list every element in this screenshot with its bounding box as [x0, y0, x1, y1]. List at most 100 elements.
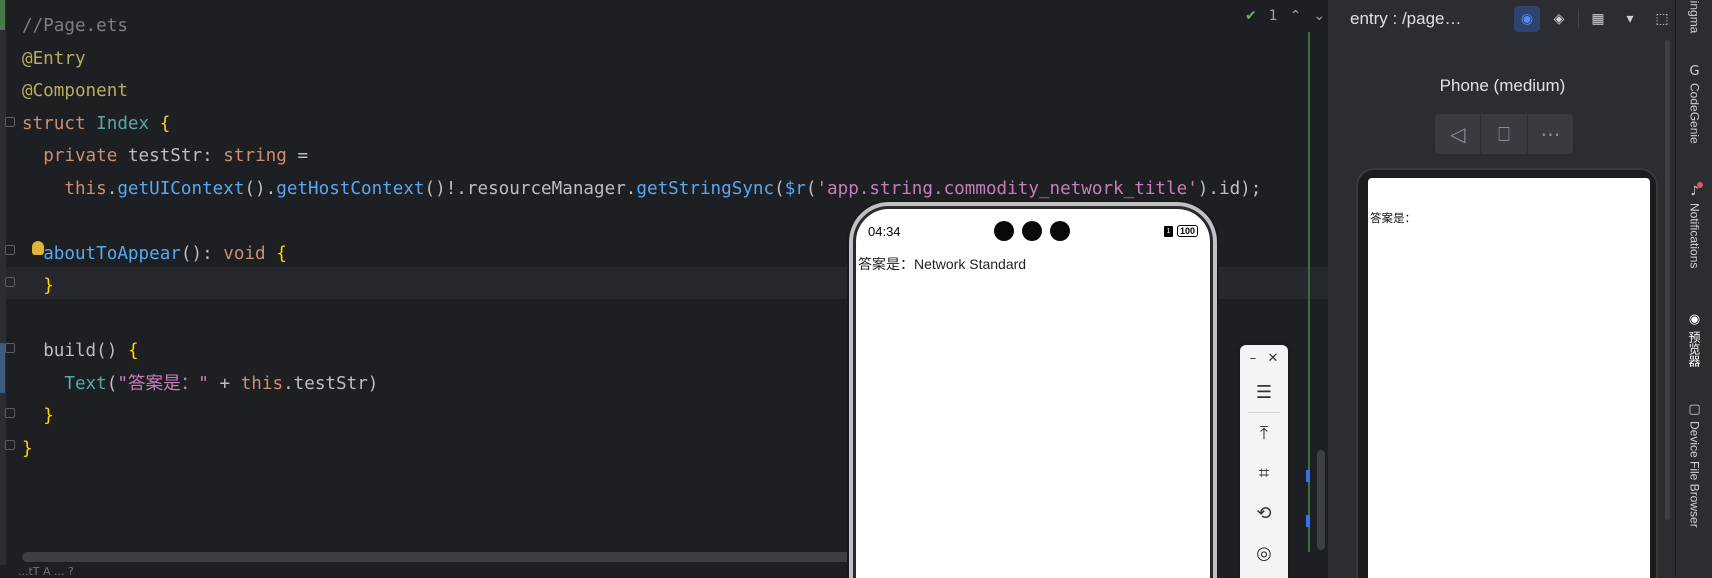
code-token: { — [276, 243, 287, 264]
crop-icon[interactable]: ⌗ — [1240, 453, 1288, 493]
code-token: (): — [180, 243, 224, 264]
previewer-panel: entry : /page… ◉ ◈ ▦ ▾ ⬚ Phone (medium) … — [1330, 0, 1675, 578]
fold-icon[interactable] — [5, 440, 15, 450]
phone-app-text: 答案是：Network Standard — [858, 256, 1027, 272]
fold-icon[interactable] — [5, 117, 15, 127]
back-icon[interactable]: ◁ — [1435, 114, 1482, 154]
code-token: testStr: — [127, 146, 224, 166]
code-token: aboutToAppear — [43, 243, 181, 264]
pin-top-icon[interactable]: ⤒ — [1240, 413, 1288, 453]
preview-screen[interactable]: 答案是： — [1368, 178, 1650, 578]
rotate-device-icon[interactable]: ⎕ — [1481, 114, 1528, 154]
vertical-scrollbar[interactable] — [1317, 450, 1325, 550]
tool-label: Device File Browser — [1687, 421, 1702, 528]
code-token: this — [240, 373, 284, 394]
code-line[interactable]: struct Index { — [22, 108, 1261, 141]
toolbar-divider — [1578, 9, 1579, 29]
previewer-title[interactable]: entry : /page… — [1350, 9, 1498, 29]
horizontal-scrollbar[interactable] — [22, 552, 852, 562]
code-token: } — [43, 406, 54, 426]
code-token: //Page.ets — [22, 16, 128, 36]
tool-label: 预览器 — [1687, 331, 1701, 367]
code-token: getStringSync — [636, 178, 775, 199]
code-token: 'app.string.commodity_network_title' — [816, 178, 1198, 199]
code-token: void — [223, 243, 277, 264]
fold-icon[interactable] — [5, 408, 15, 418]
code-token: { — [159, 113, 171, 134]
tool-codegenie[interactable]: G CodeGenie — [1676, 64, 1712, 144]
battery-icon: 100 — [1176, 225, 1198, 237]
code-token: ( — [106, 373, 118, 394]
code-line[interactable]: @Component — [22, 75, 1261, 108]
close-button[interactable]: ✕ — [1267, 351, 1278, 366]
frame-icon[interactable]: ⬚ — [1649, 6, 1675, 32]
code-token: @Component — [22, 81, 128, 101]
tool-notifications[interactable]: ♪ Notifications — [1676, 182, 1712, 268]
layers-icon[interactable]: ◈ — [1546, 6, 1572, 32]
grid-icon[interactable]: ▦ — [1585, 6, 1611, 32]
inspector-icon[interactable]: ◉ — [1514, 6, 1540, 32]
notification-badge — [1697, 182, 1703, 188]
code-token: = — [297, 146, 309, 166]
emulator-toolbar: – ✕ ☰ ⤒ ⌗ ⟲ ◎ — [1240, 345, 1288, 578]
minimize-button[interactable]: – — [1250, 351, 1257, 366]
previewer-scrollbar[interactable] — [1665, 40, 1670, 520]
chevron-up-icon[interactable]: ⌃ — [1290, 8, 1302, 24]
tool-label: CodeGenie — [1687, 83, 1702, 144]
code-token: ).id); — [1197, 178, 1262, 199]
code-line[interactable]: this.getUIContext().getHostContext()!.re… — [22, 173, 1261, 206]
check-icon: ✔ — [1245, 8, 1257, 24]
camera-icon — [1022, 221, 1043, 241]
error-stripe-mark[interactable] — [1306, 515, 1310, 527]
previewer-header: entry : /page… ◉ ◈ ▦ ▾ ⬚ — [1330, 0, 1675, 38]
code-token: () — [96, 341, 128, 361]
tool-device-file-browser[interactable]: ▢ Device File Browser — [1676, 402, 1712, 528]
eye-icon: ◉ — [1688, 312, 1701, 327]
menu-icon[interactable]: ☰ — [1240, 372, 1288, 412]
tool-lingma[interactable]: Lingma — [1676, 0, 1712, 33]
code-token: { — [127, 341, 139, 361]
inspection-widget[interactable]: ✔ 1 ⌃ ⌄ — [1245, 8, 1330, 24]
code-token: "答案是：" — [117, 373, 209, 394]
code-line[interactable]: //Page.ets — [22, 10, 1261, 43]
tool-previewer[interactable]: ◉ 预览器 — [1676, 312, 1712, 367]
location-icon[interactable]: ◎ — [1240, 533, 1288, 573]
camera-cutout — [994, 221, 1071, 241]
code-token: string — [223, 146, 298, 166]
phone-time: 04:34 — [868, 223, 901, 239]
dropdown-icon[interactable]: ▾ — [1617, 6, 1643, 32]
sim-icon: 1 — [1163, 225, 1173, 237]
code-token: (). — [244, 178, 277, 199]
editor-gutter — [0, 0, 6, 578]
code-token: ()!.resourceManager. — [424, 178, 637, 199]
code-token: this — [64, 178, 107, 199]
device-icon: ▢ — [1688, 402, 1701, 417]
code-token: build — [43, 341, 97, 361]
code-token: Index — [96, 113, 160, 134]
code-token: struct — [22, 113, 97, 134]
camera-icon — [994, 221, 1015, 241]
code-line[interactable]: private testStr: string = — [22, 140, 1261, 173]
chevron-down-icon[interactable]: ⌄ — [1313, 8, 1325, 24]
status-icons: 1 100 — [1163, 225, 1198, 237]
error-stripe-mark[interactable] — [1306, 470, 1310, 482]
emulator-phone[interactable]: 04:34 1 100 答案是：Network Standard — [853, 206, 1213, 578]
more-icon[interactable]: ⋯ — [1528, 114, 1573, 154]
fold-icon[interactable] — [5, 343, 15, 353]
device-controls: ◁ ⎕ ⋯ — [1435, 114, 1573, 154]
fold-icon[interactable] — [5, 245, 15, 255]
code-line[interactable]: @Entry — [22, 43, 1261, 76]
preview-text: 答案是： — [1370, 213, 1416, 225]
fold-icon[interactable] — [5, 277, 15, 287]
phone-status-bar: 04:34 1 100 — [868, 221, 1198, 241]
inspection-count: 1 — [1268, 8, 1278, 24]
rotate-icon[interactable]: ⟲ — [1240, 493, 1288, 533]
change-marker — [0, 0, 5, 30]
